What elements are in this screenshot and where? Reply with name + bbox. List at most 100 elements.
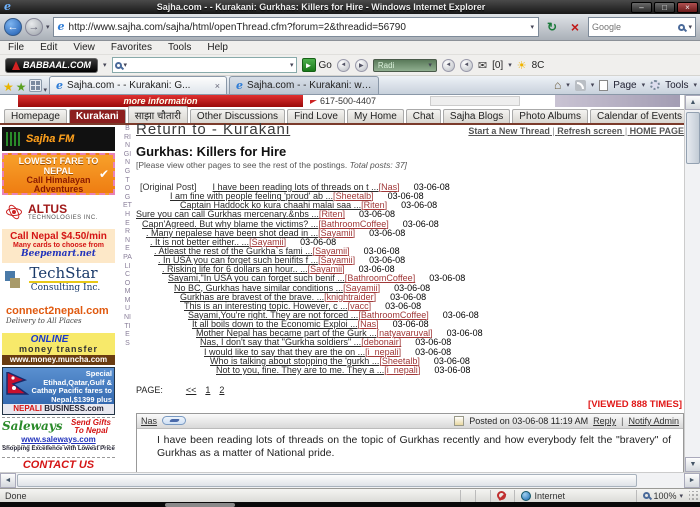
minimize-button[interactable]: – bbox=[631, 2, 652, 13]
thread-user-link[interactable]: i_nepali bbox=[384, 366, 420, 375]
add-favorite-icon[interactable]: ★ bbox=[16, 80, 27, 94]
menu-item[interactable]: Edit bbox=[40, 42, 57, 53]
refresh-button[interactable]: ↻ bbox=[542, 17, 562, 37]
mail-icon[interactable]: ✉ bbox=[478, 59, 487, 72]
thread-subject-link[interactable]: Who is talking about stopping the 'gurkh… bbox=[210, 357, 379, 366]
post-author-link[interactable]: Nas bbox=[141, 416, 157, 426]
sajha-fm-ad[interactable]: Sajha FM bbox=[2, 127, 115, 151]
thread-user-link[interactable]: Riten bbox=[319, 210, 345, 219]
thread-user-link[interactable]: debonair bbox=[361, 338, 401, 347]
thread-user-link[interactable]: Nas bbox=[379, 183, 400, 192]
thread-subject-link[interactable]: Sure you can call Gurkhas mercenary.&nbs… bbox=[136, 210, 319, 219]
thread-subject-link[interactable]: . Many nepalese have been shot dead in .… bbox=[146, 229, 318, 238]
connect2nepal-ad[interactable]: connect2nepal.com Delivery to All Places bbox=[2, 301, 115, 331]
menu-item[interactable]: File bbox=[8, 42, 24, 53]
horizontal-scrollbar[interactable]: ◄ ► bbox=[0, 472, 700, 488]
toolbar-search-combo[interactable]: ▾ ▾ bbox=[112, 57, 297, 73]
thread-user-link[interactable]: Sayamii bbox=[249, 238, 286, 247]
pager-link[interactable]: 1 bbox=[205, 385, 210, 395]
browser-tab-active[interactable]: e Sajha.com - - Kurakani: G... × bbox=[49, 76, 227, 94]
search-dropdown-icon[interactable]: ▾ bbox=[688, 23, 692, 31]
nav-item[interactable]: Kurakani bbox=[69, 109, 126, 123]
thread-subject-link[interactable]: Nas, I don't say that "Gurkha soldiers" … bbox=[200, 338, 361, 347]
radio-dropdown-icon[interactable]: ▾ bbox=[428, 61, 432, 69]
volume-down-button[interactable]: ◄ bbox=[442, 59, 455, 72]
favorites-star-icon[interactable]: ★ bbox=[3, 80, 14, 94]
thread-subject-link[interactable]: Mother Nepal has became part of the Gurk… bbox=[196, 329, 377, 338]
thread-subject-link[interactable]: I have been reading lots of threads on t… bbox=[213, 183, 379, 192]
menu-item[interactable]: Tools bbox=[168, 42, 191, 53]
menu-item[interactable]: Help bbox=[207, 42, 228, 53]
page-menu-label[interactable]: Page bbox=[613, 80, 636, 91]
thread-user-link[interactable]: BathroomCoffee bbox=[318, 220, 388, 229]
radio-display[interactable]: Radi ▾ bbox=[373, 59, 437, 72]
page-dropdown-icon[interactable]: ▾ bbox=[642, 81, 646, 89]
tools-dropdown-icon[interactable]: ▾ bbox=[693, 81, 697, 89]
address-dropdown-icon[interactable]: ▾ bbox=[530, 23, 534, 31]
thread-subject-link[interactable]: Sayami,"In USA you can forget such benif… bbox=[168, 274, 345, 283]
toolbar-search-dropdown-icon[interactable]: ▾ bbox=[290, 61, 294, 69]
forward-button[interactable]: → bbox=[25, 18, 43, 36]
home-icon[interactable]: ⌂ bbox=[554, 78, 561, 92]
thread-subject-link[interactable]: Captain Haddock ko kura chaahi malai saa… bbox=[180, 201, 361, 210]
thread-subject-link[interactable]: It all boils down to the Economic Exploi… bbox=[192, 320, 358, 329]
thread-user-link[interactable]: vacc bbox=[348, 302, 372, 311]
gear-icon[interactable] bbox=[650, 80, 660, 90]
thread-subject-link[interactable]: Gurkhas are bravest of the brave. ... bbox=[180, 293, 324, 302]
nav-item[interactable]: Homepage bbox=[4, 109, 67, 123]
thread-subject-link[interactable]: Capn'Agreed. But why blame the victims? … bbox=[142, 220, 318, 229]
thread-action-link[interactable]: Start a New Thread bbox=[468, 126, 557, 136]
babbaal-dropdown-icon[interactable]: ▾ bbox=[103, 61, 107, 69]
mail-dropdown-icon[interactable]: ▾ bbox=[508, 61, 512, 69]
resize-grip[interactable] bbox=[689, 491, 699, 501]
history-dropdown-icon[interactable]: ▾ bbox=[46, 23, 50, 31]
thread-subject-link[interactable]: . In USA you can forget such benifits f … bbox=[158, 256, 318, 265]
thread-subject-link[interactable]: No BC, Gurkhas have similar conditions .… bbox=[174, 284, 343, 293]
horizontal-scroll-thumb[interactable] bbox=[17, 474, 637, 487]
web-design-ad[interactable]: CONTACT US for WEB DESIGN bbox=[2, 457, 115, 472]
feed-dropdown-icon[interactable]: ▾ bbox=[591, 81, 595, 89]
volume-up-button[interactable]: ◄ bbox=[460, 59, 473, 72]
menu-item[interactable]: Favorites bbox=[111, 42, 152, 53]
thread-subject-link[interactable]: . Atleast the rest of the Gurkha`s fami … bbox=[154, 247, 313, 256]
scroll-left-icon[interactable]: ◄ bbox=[0, 473, 16, 488]
thread-user-link[interactable]: Sayamii bbox=[308, 265, 345, 274]
return-to-kurakani-link[interactable]: Return to - Kurakani bbox=[136, 121, 290, 138]
thread-user-link[interactable]: BathroomCoffee bbox=[358, 311, 428, 320]
thread-user-link[interactable]: Sheetalb bbox=[333, 192, 374, 201]
thread-user-link[interactable]: Sayamii bbox=[318, 256, 355, 265]
maximize-button[interactable]: □ bbox=[654, 2, 675, 13]
thread-subject-link[interactable]: . It is not better either.. ... bbox=[150, 238, 249, 247]
thread-user-link[interactable]: knightraider bbox=[324, 293, 376, 302]
pager-link[interactable]: 2 bbox=[219, 385, 224, 395]
stop-button[interactable]: × bbox=[565, 17, 585, 37]
radio-play-button[interactable]: ▶ bbox=[355, 59, 368, 72]
toolbar-search-input[interactable] bbox=[129, 60, 288, 70]
babbaal-toolbar-button[interactable]: BABBAAL.COM bbox=[5, 58, 98, 73]
nepali-business-fares-ad[interactable]: Special Etihad,Qatar,Gulf & Cathay Pacif… bbox=[2, 367, 115, 415]
thread-action-link[interactable]: HOME PAGE bbox=[630, 126, 684, 136]
address-input[interactable]: e http://www.sajha.com/sajha/html/openTh… bbox=[53, 17, 539, 37]
scroll-right-icon[interactable]: ► bbox=[684, 473, 700, 488]
feed-icon[interactable] bbox=[575, 80, 586, 91]
address-url[interactable]: http://www.sajha.com/sajha/html/openThre… bbox=[69, 22, 406, 33]
close-button[interactable]: × bbox=[677, 2, 698, 13]
tools-menu-label[interactable]: Tools bbox=[665, 80, 688, 91]
go-button[interactable]: ► Go bbox=[302, 58, 332, 72]
radio-previous-button[interactable]: ◄ bbox=[337, 59, 350, 72]
menu-item[interactable]: View bbox=[73, 42, 95, 53]
thread-subject-link[interactable]: Sayami,You're right. They are not forced… bbox=[188, 311, 358, 320]
search-box[interactable]: ▾ bbox=[588, 17, 696, 37]
thread-subject-link[interactable]: This is an interesting topic. However, c… bbox=[184, 302, 348, 311]
thread-user-link[interactable]: Sayamii bbox=[343, 284, 380, 293]
thread-subject-link[interactable]: I am fine with people feeling 'proud' ab… bbox=[170, 192, 333, 201]
vertical-scrollbar[interactable]: ▲ ▼ bbox=[684, 95, 700, 472]
thread-user-link[interactable]: natyavaruval bbox=[377, 329, 433, 338]
thread-action-link[interactable]: Refresh screen bbox=[557, 126, 629, 136]
tab-close-icon[interactable]: × bbox=[215, 81, 220, 91]
search-input[interactable] bbox=[592, 22, 675, 32]
techstar-ad[interactable]: TechStar Consulting Inc. bbox=[2, 265, 115, 299]
himalayan-adventures-ad[interactable]: LOWEST FARE TO NEPAL Call Himalayan Adve… bbox=[2, 153, 115, 195]
quick-tabs-icon[interactable] bbox=[29, 79, 42, 92]
altus-ad[interactable]: ALTUS TECHNOLOGIES INC. bbox=[2, 197, 115, 227]
